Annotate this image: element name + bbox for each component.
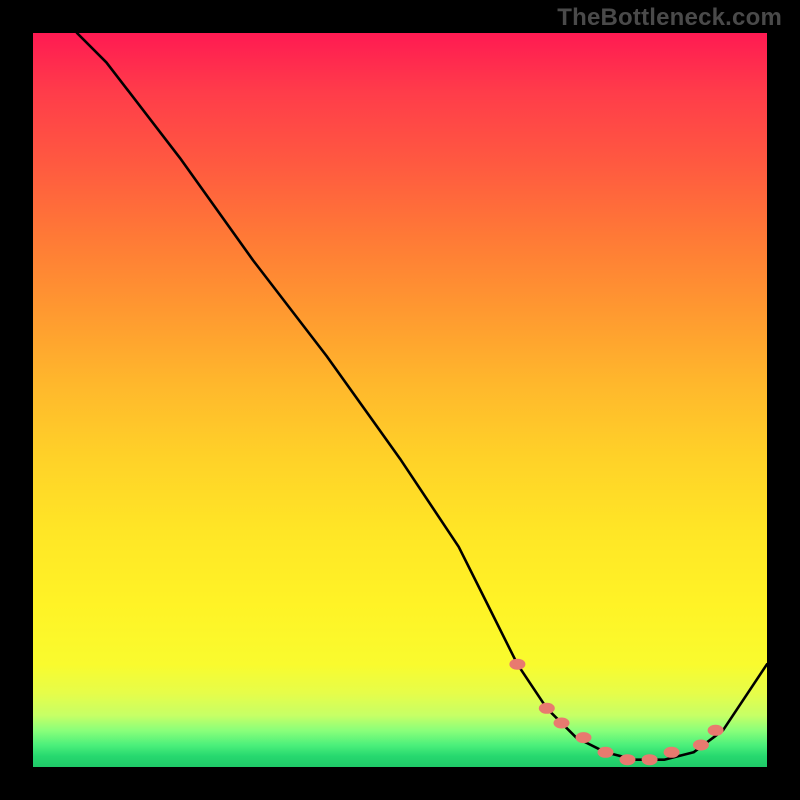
marker-dot (620, 754, 636, 765)
marker-dot (576, 732, 592, 743)
marker-dot (554, 718, 570, 729)
curve-svg (33, 33, 767, 767)
chart-frame: TheBottleneck.com (0, 0, 800, 800)
marker-dot (664, 747, 680, 758)
marker-dot (509, 659, 525, 670)
marker-dot (598, 747, 614, 758)
marker-dot (708, 725, 724, 736)
marker-dot (642, 754, 658, 765)
bottleneck-zone-markers (509, 659, 723, 766)
watermark-text: TheBottleneck.com (557, 4, 782, 32)
bottleneck-curve (77, 33, 767, 760)
marker-dot (539, 703, 555, 714)
plot-area (33, 33, 767, 767)
marker-dot (693, 740, 709, 751)
